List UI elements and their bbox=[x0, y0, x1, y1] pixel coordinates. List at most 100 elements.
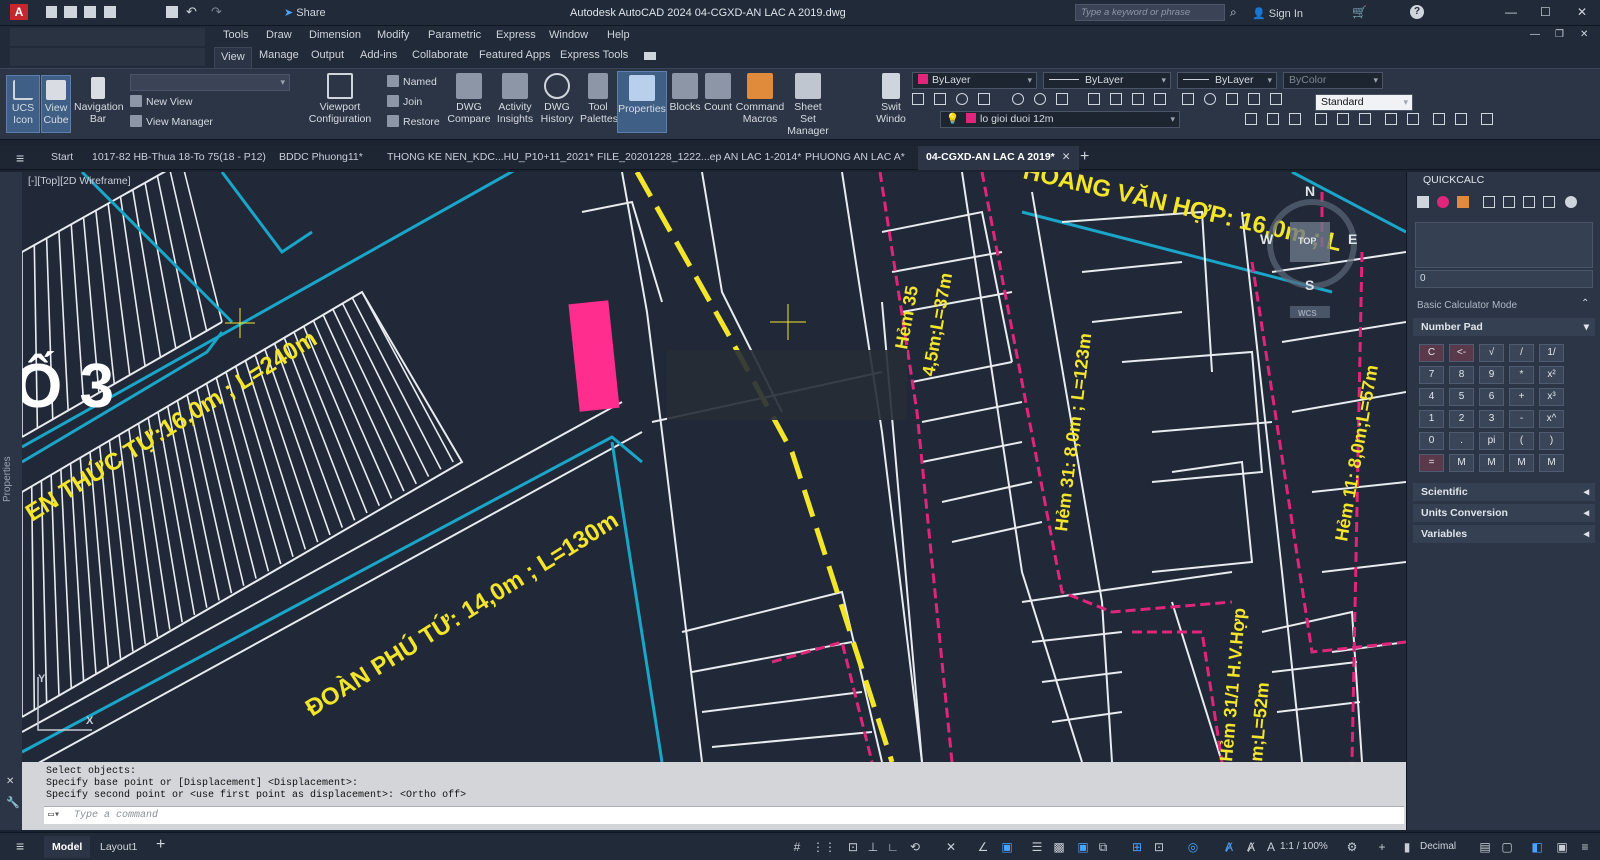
sheet-set-manager-button[interactable]: Sheet Set Manager bbox=[785, 73, 831, 137]
annotation-scale-icon[interactable]: A bbox=[1264, 840, 1278, 854]
calc-key[interactable]: 0 bbox=[1419, 432, 1444, 450]
calc-key[interactable]: 3 bbox=[1479, 410, 1504, 428]
calc-key[interactable]: pi bbox=[1479, 432, 1504, 450]
calc-key[interactable]: x² bbox=[1539, 366, 1564, 384]
plot-icon[interactable] bbox=[166, 6, 178, 18]
viewport-controls-label[interactable]: [-][Top][2D Wireframe] bbox=[28, 175, 131, 187]
ucs-icon-button[interactable]: UCS Icon bbox=[6, 75, 40, 133]
baseline-dim-icon[interactable] bbox=[1088, 93, 1100, 105]
menu-draw[interactable]: Draw bbox=[266, 29, 292, 41]
paste-value-icon[interactable] bbox=[1457, 196, 1469, 208]
annotation-monitor-icon[interactable]: + bbox=[1375, 840, 1389, 854]
center-mark-icon[interactable] bbox=[1204, 93, 1216, 105]
distance-icon[interactable] bbox=[1503, 196, 1515, 208]
calc-key[interactable]: M bbox=[1449, 454, 1474, 472]
ortho-icon[interactable]: ∟ bbox=[886, 840, 900, 854]
linear-dim-icon[interactable] bbox=[912, 93, 924, 105]
sign-in-button[interactable]: 👤 Sign In bbox=[1252, 7, 1303, 20]
jogged-icon[interactable] bbox=[1248, 93, 1260, 105]
calc-key[interactable]: = bbox=[1419, 454, 1444, 472]
viewcube-compass[interactable]: TOP N S E W WCS bbox=[1260, 183, 1357, 318]
radius-dim-icon[interactable] bbox=[1012, 93, 1024, 105]
join-viewports-button[interactable]: Join bbox=[387, 95, 422, 108]
collapse-icon[interactable]: ⌃ bbox=[1581, 298, 1589, 309]
diameter-dim-icon[interactable] bbox=[1034, 93, 1046, 105]
color-dropdown[interactable]: ByLayer bbox=[912, 72, 1037, 89]
calc-key[interactable]: C bbox=[1419, 344, 1444, 362]
command-prompt-icon[interactable]: ▭▾ bbox=[48, 809, 60, 821]
tab-view[interactable]: View bbox=[214, 47, 252, 68]
command-close-icon[interactable]: ✕ bbox=[6, 776, 14, 787]
calc-key[interactable]: - bbox=[1509, 410, 1534, 428]
tab-overflow-icon[interactable] bbox=[644, 52, 656, 60]
break-dim-icon[interactable] bbox=[1154, 93, 1166, 105]
tool-icon-10[interactable] bbox=[1455, 113, 1467, 125]
calc-key[interactable]: ) bbox=[1539, 432, 1564, 450]
selection-filter-icon[interactable]: ⊡ bbox=[1152, 840, 1166, 854]
calc-key[interactable]: x^ bbox=[1539, 410, 1564, 428]
calc-key[interactable]: 2 bbox=[1449, 410, 1474, 428]
calc-mode-label[interactable]: Basic Calculator Mode bbox=[1417, 300, 1517, 311]
menu-modify[interactable]: Modify bbox=[377, 29, 409, 41]
menu-tools[interactable]: Tools bbox=[223, 29, 249, 41]
command-settings-icon[interactable]: 🔧 bbox=[6, 796, 20, 809]
layout-tab-layout1[interactable]: Layout1 bbox=[100, 841, 137, 853]
update-icon[interactable] bbox=[1270, 93, 1282, 105]
menu-window[interactable]: Window bbox=[549, 29, 588, 41]
3d-osnap-icon[interactable]: ⧉ bbox=[1096, 840, 1110, 854]
restore-viewports-button[interactable]: Restore bbox=[387, 115, 440, 128]
clear-icon[interactable] bbox=[1417, 196, 1429, 208]
hardware-acceleration-icon[interactable]: ▣ bbox=[1555, 840, 1569, 854]
calc-key[interactable]: <- bbox=[1449, 344, 1474, 362]
auto-scale-icon[interactable]: Ⱥ bbox=[1244, 840, 1258, 854]
osnap-icon[interactable]: ∠ bbox=[976, 840, 990, 854]
isodraft-icon[interactable]: ✕ bbox=[944, 840, 958, 854]
dynamic-ucs-icon[interactable]: ⊞ bbox=[1130, 840, 1144, 854]
match-properties-icon[interactable] bbox=[1245, 113, 1257, 125]
open-icon[interactable] bbox=[64, 6, 77, 18]
doc-minimize-button[interactable]: — bbox=[1530, 29, 1540, 40]
navigation-bar-button[interactable]: Navigation Bar bbox=[74, 75, 124, 133]
polar-icon[interactable]: ⟲ bbox=[908, 840, 922, 854]
hamburger-menu-icon[interactable]: ≡ bbox=[16, 150, 24, 166]
redo-icon[interactable]: ↷ bbox=[211, 4, 222, 20]
calc-key[interactable]: x³ bbox=[1539, 388, 1564, 406]
undo-icon[interactable]: ↶ bbox=[186, 4, 197, 20]
tool-icon-9[interactable] bbox=[1433, 113, 1445, 125]
calc-key[interactable]: / bbox=[1509, 344, 1534, 362]
number-pad-header[interactable]: Number Pad ▾ bbox=[1413, 318, 1595, 336]
dwg-compare-button[interactable]: DWG Compare bbox=[447, 73, 491, 133]
continue-dim-icon[interactable] bbox=[1110, 93, 1122, 105]
text-style-dropdown[interactable]: Standard bbox=[1315, 94, 1413, 111]
grid-icon[interactable]: ⋮⋮ bbox=[812, 840, 836, 854]
tool-icon-5[interactable] bbox=[1337, 113, 1349, 125]
drawing-viewport[interactable]: EN THỨC TỰ:16,0m ; L=240m ĐOÀN PHÚ TỨ: 1… bbox=[22, 172, 1406, 762]
otrack-icon[interactable]: ▣ bbox=[1000, 840, 1014, 854]
calc-key[interactable]: 9 bbox=[1479, 366, 1504, 384]
add-layout-icon[interactable]: + bbox=[156, 836, 165, 854]
file-tab[interactable]: PHUONG AN LAC A* bbox=[805, 151, 905, 163]
snap-icon[interactable]: ⊡ bbox=[846, 840, 860, 854]
file-tab[interactable]: THONG KE NEN_KDC...HU_P10+11_2021* bbox=[387, 151, 594, 163]
inspect-icon[interactable] bbox=[1226, 93, 1238, 105]
cart-icon[interactable]: 🛒 bbox=[1352, 5, 1367, 19]
minimize-button[interactable]: — bbox=[1505, 5, 1517, 19]
maximize-button[interactable]: ☐ bbox=[1540, 5, 1551, 19]
tab-express-tools[interactable]: Express Tools bbox=[560, 49, 628, 61]
save-as-icon[interactable] bbox=[104, 6, 116, 18]
calc-key[interactable]: 1 bbox=[1419, 410, 1444, 428]
plotstyle-dropdown[interactable]: ByColor bbox=[1283, 72, 1383, 89]
close-tab-icon[interactable]: ✕ bbox=[1062, 151, 1071, 163]
layer-dropdown[interactable]: 💡 lo gioi duoi 12m bbox=[940, 111, 1180, 128]
named-viewports-button[interactable]: Named bbox=[387, 75, 437, 88]
scale-readout[interactable]: 1:1 / 100% bbox=[1280, 841, 1328, 852]
variables-header[interactable]: Variables ◂ bbox=[1413, 525, 1595, 543]
close-button[interactable]: ✕ bbox=[1577, 5, 1587, 19]
units-conversion-header[interactable]: Units Conversion ◂ bbox=[1413, 504, 1595, 522]
doc-close-button[interactable]: ✕ bbox=[1580, 29, 1588, 40]
file-tab[interactable]: BDDC Phuong11* bbox=[279, 151, 363, 163]
lineweight-icon[interactable]: ☰ bbox=[1030, 840, 1044, 854]
aligned-dim-icon[interactable] bbox=[934, 93, 946, 105]
blocks-button[interactable]: Blocks bbox=[668, 73, 702, 133]
quick-properties-icon[interactable]: ▤ bbox=[1478, 840, 1492, 854]
